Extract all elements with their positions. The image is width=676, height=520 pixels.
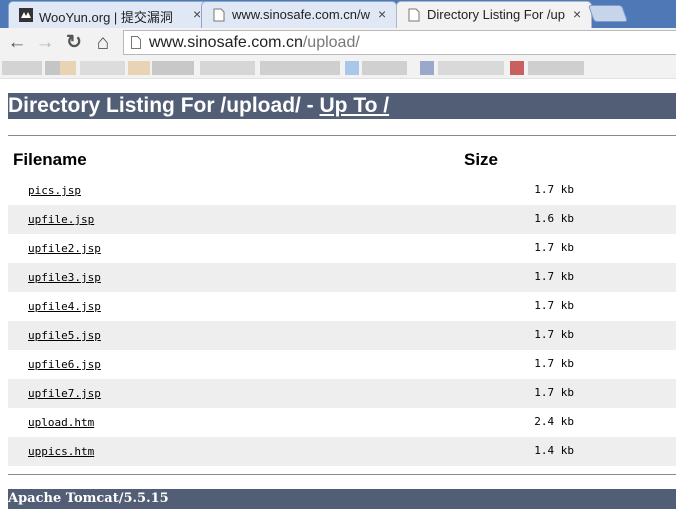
blurred-bookmark[interactable] <box>362 61 407 75</box>
table-row: upfile4.jsp 1.7 kb <box>8 292 676 321</box>
divider <box>8 135 676 136</box>
table-row: uppics.htm 1.4 kb <box>8 437 676 466</box>
file-size: 1.7 kb <box>534 386 574 399</box>
blurred-bookmark[interactable] <box>80 61 125 75</box>
table-row: upfile6.jsp 1.7 kb <box>8 350 676 379</box>
blurred-bookmark[interactable] <box>345 61 359 75</box>
file-size: 1.6 kb <box>534 212 574 225</box>
file-link[interactable]: upfile2.jsp <box>28 242 101 255</box>
heading-text: Directory Listing For /upload/ - <box>8 94 320 117</box>
tab-close-icon[interactable]: × <box>378 6 386 22</box>
blurred-bookmark[interactable] <box>528 61 584 75</box>
reload-icon[interactable]: ↻ <box>64 33 84 53</box>
blurred-bookmark[interactable] <box>260 61 340 75</box>
table-row: upload.htm 2.4 kb <box>8 408 676 437</box>
tab-title: Directory Listing For /up <box>427 7 565 22</box>
blurred-bookmark[interactable] <box>60 61 76 75</box>
file-link[interactable]: upfile3.jsp <box>28 271 101 284</box>
url-path: /upload/ <box>302 34 360 51</box>
blurred-bookmark[interactable] <box>420 61 434 75</box>
file-size: 1.7 kb <box>534 270 574 283</box>
file-link[interactable]: pics.jsp <box>28 184 81 197</box>
file-link[interactable]: upfile5.jsp <box>28 329 101 342</box>
forward-arrow-icon[interactable]: → <box>35 33 55 53</box>
blurred-bookmark[interactable] <box>200 61 255 75</box>
file-size: 1.7 kb <box>534 183 574 196</box>
file-size: 2.4 kb <box>534 415 574 428</box>
new-tab-button[interactable] <box>587 5 629 22</box>
size-column-header: Size <box>464 150 499 169</box>
tab-directory-listing[interactable]: Directory Listing For /up × <box>396 1 592 28</box>
home-icon[interactable]: ⌂ <box>93 32 113 53</box>
file-link[interactable]: upfile6.jsp <box>28 358 101 371</box>
tab-title: www.sinosafe.com.cn/w <box>232 7 370 22</box>
up-to-root-link[interactable]: Up To / <box>320 94 390 117</box>
blurred-bookmark[interactable] <box>152 61 194 75</box>
url-host: www.sinosafe.com.cn <box>149 34 303 51</box>
blurred-bookmark[interactable] <box>128 61 150 75</box>
bookmarks-bar <box>0 58 676 79</box>
page-content: Directory Listing For /upload/ - Up To /… <box>0 79 676 520</box>
blurred-bookmark[interactable] <box>510 61 524 75</box>
file-link[interactable]: uppics.htm <box>28 445 94 458</box>
blurred-bookmark[interactable] <box>2 61 42 75</box>
file-size: 1.7 kb <box>534 241 574 254</box>
tab-close-icon[interactable]: × <box>573 6 581 22</box>
blurred-bookmark[interactable] <box>438 61 504 75</box>
wooyun-favicon-icon <box>19 8 33 22</box>
page-title: Directory Listing For /upload/ - Up To / <box>8 93 676 119</box>
table-row: upfile2.jsp 1.7 kb <box>8 234 676 263</box>
tab-title: WooYun.org | 提交漏洞 <box>39 10 173 25</box>
file-size: 1.7 kb <box>534 299 574 312</box>
file-size: 1.7 kb <box>534 328 574 341</box>
table-row: pics.jsp 1.7 kb <box>8 176 676 205</box>
file-link[interactable]: upfile4.jsp <box>28 300 101 313</box>
page-icon <box>131 36 141 49</box>
file-link[interactable]: upfile.jsp <box>28 213 94 226</box>
browser-toolbar: ← → ↻ ⌂ www.sinosafe.com.cn/upload/ <box>0 28 676 59</box>
file-size: 1.4 kb <box>534 444 574 457</box>
back-arrow-icon[interactable]: ← <box>7 33 27 53</box>
server-footer: Apache Tomcat/5.5.15 <box>8 489 676 509</box>
table-row: upfile7.jsp 1.7 kb <box>8 379 676 408</box>
tab-close-icon[interactable]: × <box>193 6 201 22</box>
table-row: upfile3.jsp 1.7 kb <box>8 263 676 292</box>
divider <box>8 474 676 475</box>
tab-sinosafe[interactable]: www.sinosafe.com.cn/w × <box>201 1 397 28</box>
tab-wooyun[interactable]: WooYun.org | 提交漏洞 × <box>8 1 208 28</box>
filename-column-header: Filename <box>13 150 87 169</box>
file-list: pics.jsp 1.7 kb upfile.jsp 1.6 kb upfile2.… <box>8 176 676 466</box>
table-row: upfile.jsp 1.6 kb <box>8 205 676 234</box>
file-link[interactable]: upfile7.jsp <box>28 387 101 400</box>
page-favicon-icon <box>408 8 420 22</box>
tab-strip: WooYun.org | 提交漏洞 × www.sinosafe.com.cn/… <box>0 0 676 28</box>
address-bar[interactable]: www.sinosafe.com.cn/upload/ <box>123 30 676 55</box>
file-link[interactable]: upload.htm <box>28 416 94 429</box>
url-text[interactable]: www.sinosafe.com.cn/upload/ <box>149 34 360 52</box>
file-size: 1.7 kb <box>534 357 574 370</box>
table-row: upfile5.jsp 1.7 kb <box>8 321 676 350</box>
page-favicon-icon <box>213 8 225 22</box>
